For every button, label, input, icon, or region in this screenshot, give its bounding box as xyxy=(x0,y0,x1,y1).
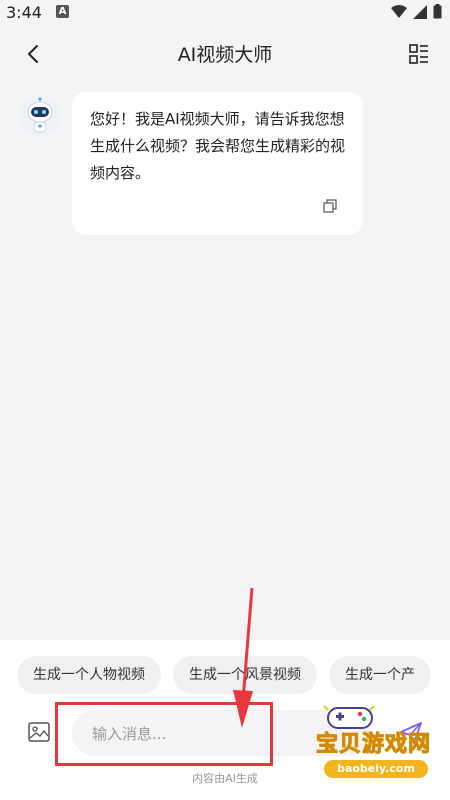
suggestion-chips: 生成一个人物视频 生成一个风景视频 生成一个产 xyxy=(17,656,450,694)
battery-icon xyxy=(433,4,442,19)
signal-icon xyxy=(413,4,427,19)
status-icons xyxy=(391,4,442,19)
copy-icon[interactable] xyxy=(323,199,337,213)
watermark-title: 宝贝游戏网 xyxy=(315,732,432,758)
assistant-message-bubble: 您好！我是AI视频大师，请告诉我您想生成什么视频？我会帮您生成精彩的视频内容。 xyxy=(72,92,363,235)
status-time: 3:44 xyxy=(6,3,42,22)
suggestion-chip[interactable]: 生成一个风景视频 xyxy=(173,656,317,694)
image-upload-icon[interactable] xyxy=(28,722,50,742)
notification-icon: A xyxy=(56,5,69,18)
history-list-icon[interactable] xyxy=(408,43,430,65)
suggestion-chip[interactable]: 生成一个人物视频 xyxy=(17,656,161,694)
annotation-highlight-box xyxy=(55,702,273,766)
status-bar: 3:44 A xyxy=(0,0,450,26)
watermark-url: baobeiy.com xyxy=(324,760,428,778)
assistant-message-text: 您好！我是AI视频大师，请告诉我您想生成什么视频？我会帮您生成精彩的视频内容。 xyxy=(90,110,346,182)
wifi-icon xyxy=(391,4,407,18)
site-watermark: 宝贝游戏网 baobeiy.com xyxy=(300,700,450,785)
page-title: AI视频大师 xyxy=(177,44,273,66)
suggestion-chip[interactable]: 生成一个产 xyxy=(329,656,431,694)
robot-avatar-icon xyxy=(20,96,60,136)
top-navbar: AI视频大师 xyxy=(0,26,450,82)
